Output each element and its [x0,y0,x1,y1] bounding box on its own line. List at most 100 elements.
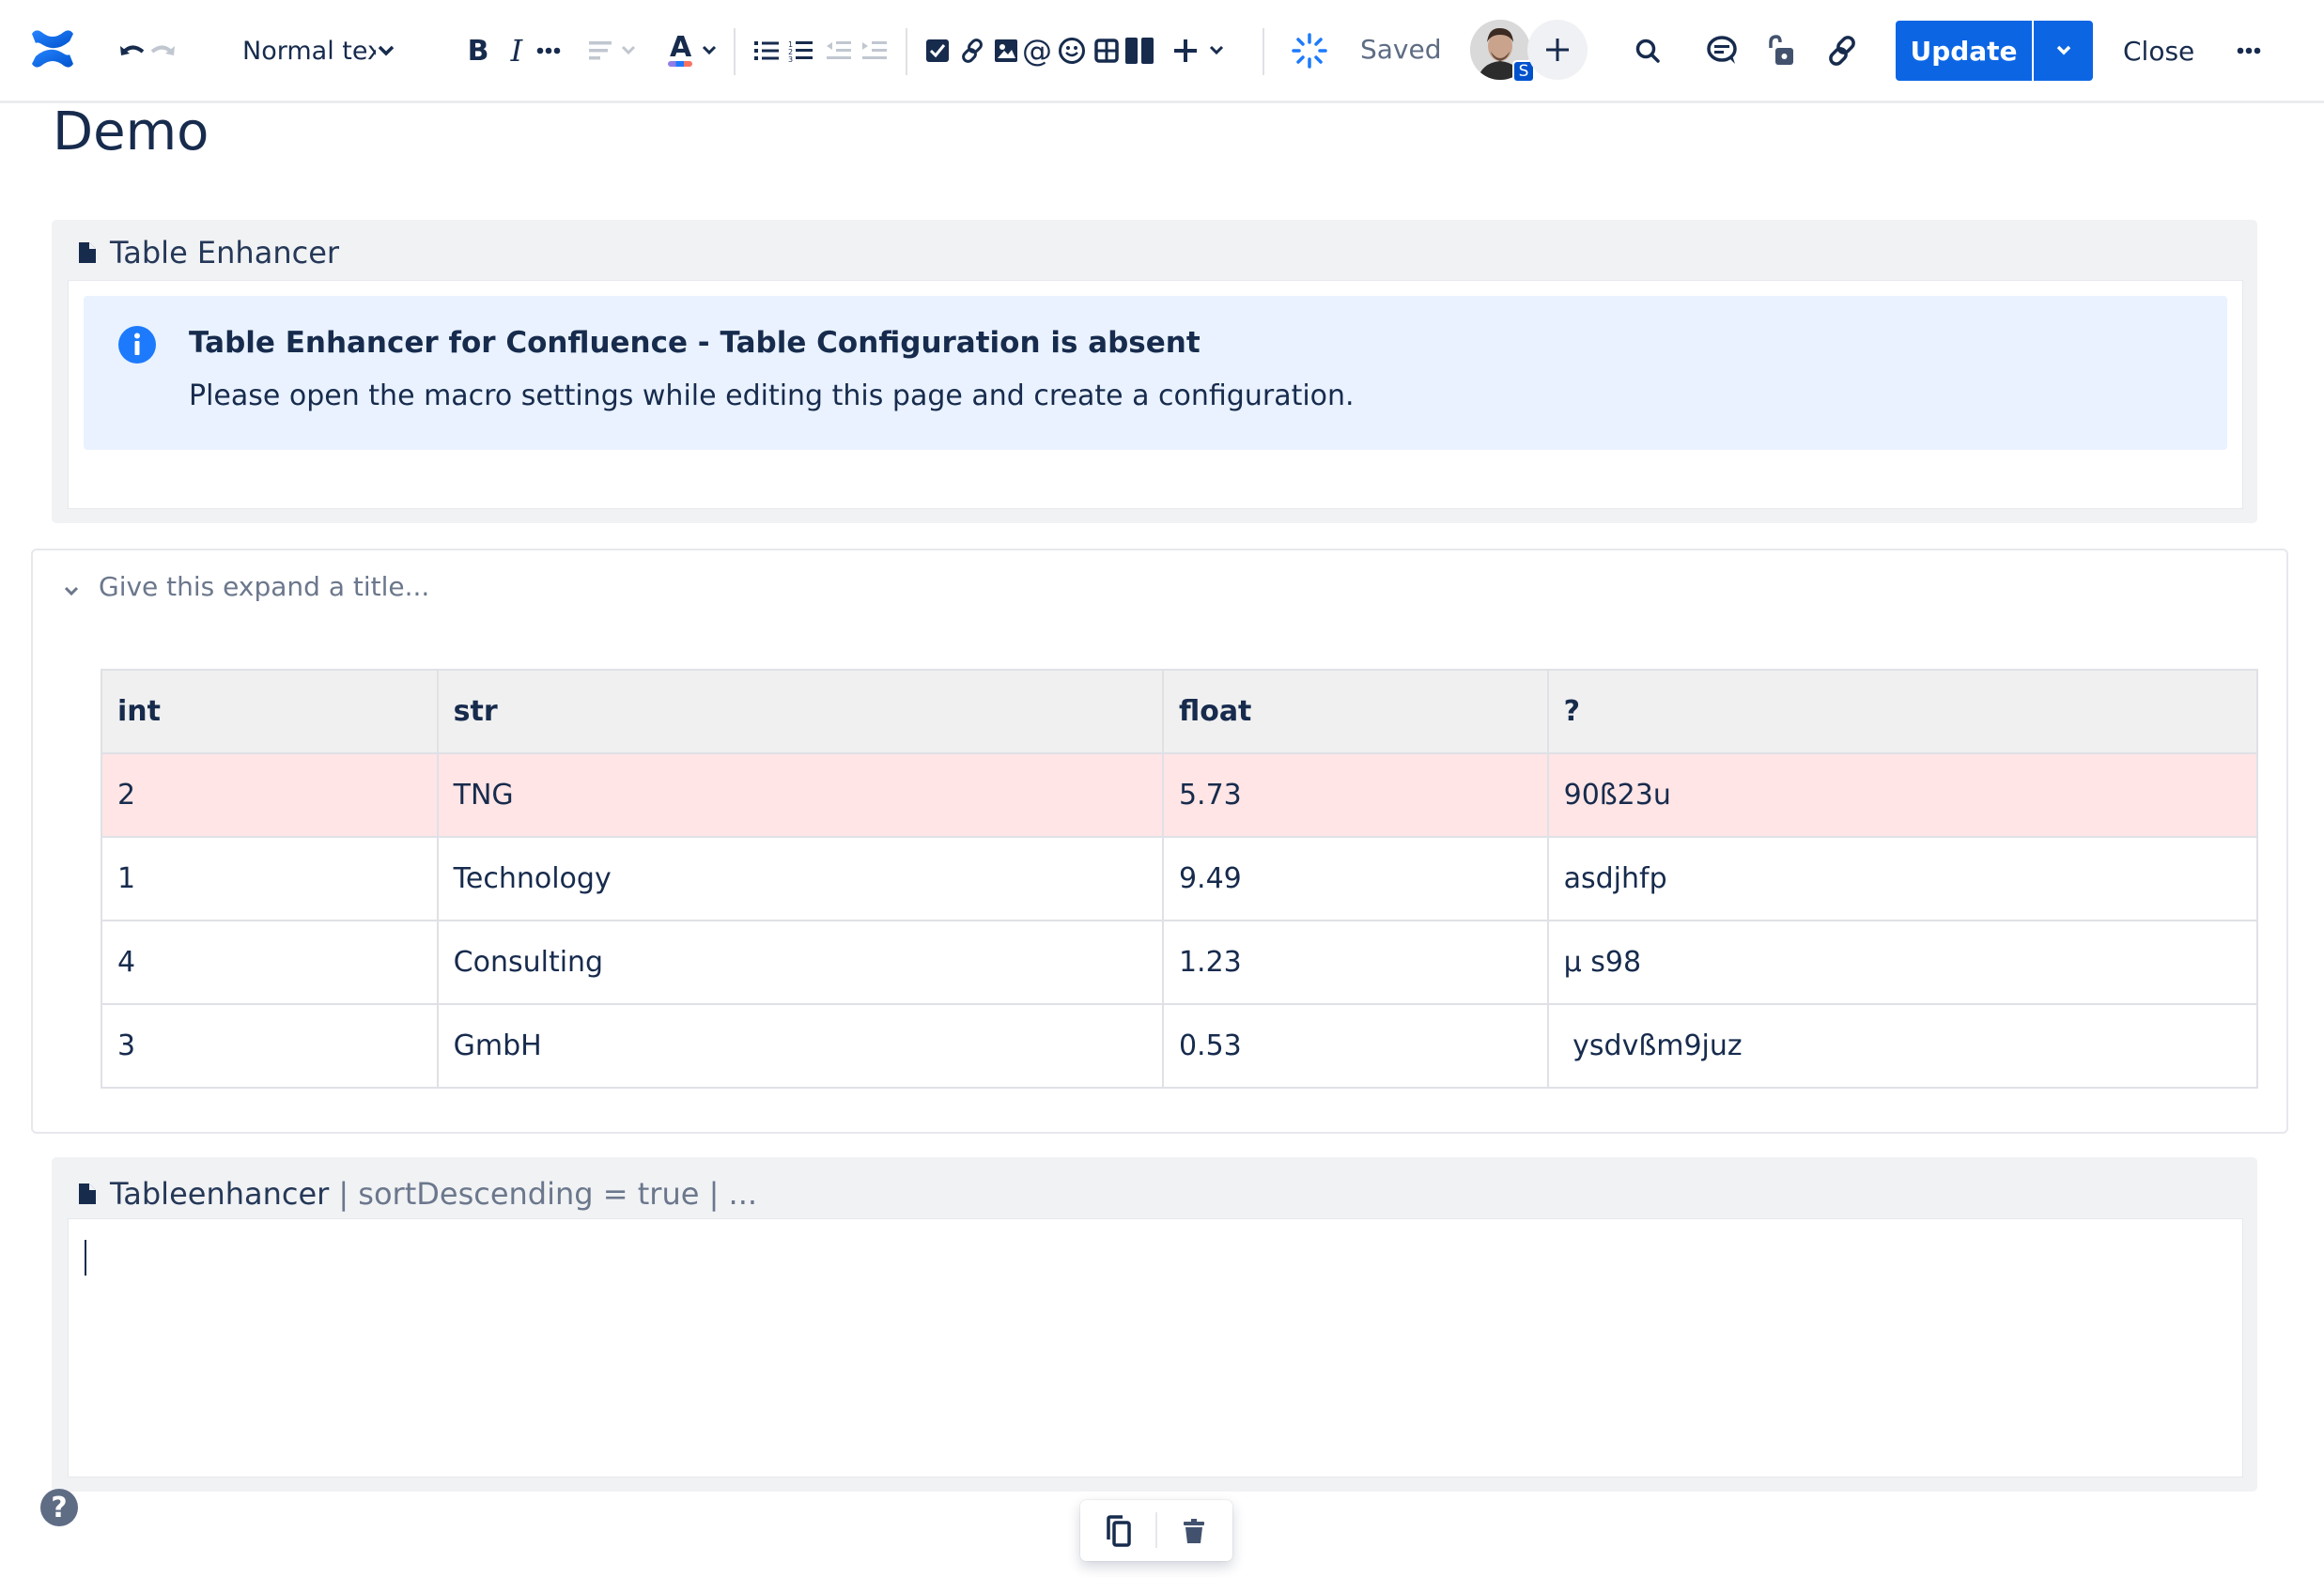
mention-button[interactable]: @ [1021,32,1053,70]
table-cell[interactable]: Technology [436,836,1164,921]
outdent-button[interactable] [824,32,854,70]
macro-header: Tableenhancer | sortDescending = true | … [78,1170,757,1217]
table-cell[interactable]: µ s98 [1546,920,2259,1005]
delete-icon [1184,1519,1204,1543]
image-button[interactable] [991,32,1021,70]
table-cell[interactable]: 4 [101,920,439,1005]
document-icon [79,1184,96,1204]
undo-icon [120,45,145,55]
bullet-list-button[interactable] [751,32,782,70]
chevron-down-icon [702,45,717,55]
macro-body: Table Enhancer for Confluence - Table Co… [68,280,2243,509]
update-options-button[interactable] [2034,21,2093,81]
redo-button[interactable] [147,32,178,70]
table-cell[interactable]: 1 [101,836,439,921]
invite-button[interactable] [1527,20,1588,80]
confluence-logo[interactable] [28,24,77,73]
info-message: Please open the macro settings while edi… [189,379,1355,412]
data-table: int str float ? 2 TNG 5.73 90ß23u 1 Tech… [101,669,2259,1089]
table-cell[interactable]: GmbH [436,1003,1164,1089]
confluence-logo-icon [32,30,73,68]
more-actions-button[interactable] [2228,32,2270,70]
outdent-icon [827,41,851,59]
toolbar-separator [906,28,907,75]
link-button[interactable] [956,32,988,70]
update-button[interactable]: Update [1896,21,2032,81]
close-button[interactable]: Close [2115,21,2202,81]
table-cell[interactable]: 90ß23u [1546,752,2259,838]
alignment-dropdown[interactable] [584,32,641,70]
column-header-float[interactable]: float [1161,669,1549,754]
find-replace-button[interactable] [1629,32,1666,70]
text-color-icon: A [670,31,692,64]
link-icon [1829,36,1855,66]
table-cell[interactable]: 1.23 [1161,920,1549,1005]
layout-icon [1125,38,1154,64]
undo-button[interactable] [116,32,148,70]
save-status: Saved [1360,34,1442,65]
delete-button[interactable] [1174,1511,1214,1551]
page-title[interactable]: Demo [53,101,209,162]
column-header-int[interactable]: int [101,669,439,754]
table-cell[interactable]: 0.53 [1161,1003,1549,1089]
tableenhancer-macro[interactable]: Tableenhancer | sortDescending = true | … [52,1157,2257,1492]
table-icon [1094,39,1119,63]
table-cell[interactable]: TNG [436,752,1164,838]
expand-title-input[interactable] [99,571,944,602]
table-row: 1 Technology 9.49 asdjhfp [101,836,2259,921]
copy-button[interactable] [1099,1511,1139,1551]
more-formatting-button[interactable] [534,32,564,70]
document-icon [79,242,96,263]
bold-icon: B [467,34,489,68]
column-header-unknown[interactable]: ? [1546,669,2259,754]
bold-button[interactable]: B [462,32,494,70]
toolbar-separator [734,28,736,75]
chevron-down-icon [621,45,636,55]
help-icon: ? [51,1491,68,1524]
more-formatting-icon [536,47,561,54]
expand-toggle[interactable] [58,579,85,605]
copy-link-button[interactable] [1822,32,1862,70]
bullet-list-icon [754,41,779,60]
insert-dropdown[interactable] [1168,32,1230,70]
info-icon [118,326,156,364]
text-color-dropdown[interactable]: A [663,31,721,70]
numbered-list-button[interactable]: 123 [785,32,815,70]
info-panel: Table Enhancer for Confluence - Table Co… [84,296,2227,450]
table-button[interactable] [1092,32,1122,70]
table-cell[interactable]: Consulting [436,920,1164,1005]
table-enhancer-macro[interactable]: Table Enhancer Table Enhancer for Conflu… [52,220,2257,523]
table-cell[interactable]: 2 [101,752,439,838]
search-icon [1635,39,1660,63]
sync-icon [1292,33,1327,69]
table-cell[interactable]: ysdvßm9juz [1546,1003,2259,1089]
chevron-down-icon [378,45,395,56]
mention-icon: @ [1022,33,1052,69]
editor-toolbar: Normal text B I A 123 [0,0,2324,103]
chevron-down-icon [64,586,79,596]
info-title: Table Enhancer for Confluence - Table Co… [189,326,1201,360]
table-row: 3 GmbH 0.53 ysdvßm9juz [101,1003,2259,1089]
comment-button[interactable] [1702,32,1743,70]
help-button[interactable]: ? [40,1489,78,1526]
table-cell[interactable]: 9.49 [1161,836,1549,921]
table-cell[interactable]: asdjhfp [1546,836,2259,921]
color-swatch [668,61,692,67]
italic-button[interactable]: I [501,32,533,70]
layout-button[interactable] [1123,32,1156,70]
toolbar-separator [1263,28,1264,75]
checkbox-icon [926,39,949,62]
more-icon [2237,47,2261,54]
table-cell[interactable]: 3 [101,1003,439,1089]
restrictions-button[interactable] [1762,32,1800,70]
macro-name: Table Enhancer [110,235,340,271]
task-button[interactable] [922,32,953,70]
numbered-list-icon: 123 [788,40,813,62]
emoji-button[interactable] [1056,32,1088,70]
indent-button[interactable] [860,32,890,70]
macro-body-editable[interactable] [68,1218,2243,1477]
text-style-label: Normal text [242,36,376,66]
column-header-str[interactable]: str [436,669,1164,754]
text-style-dropdown[interactable]: Normal text [242,32,395,70]
table-cell[interactable]: 5.73 [1161,752,1549,838]
